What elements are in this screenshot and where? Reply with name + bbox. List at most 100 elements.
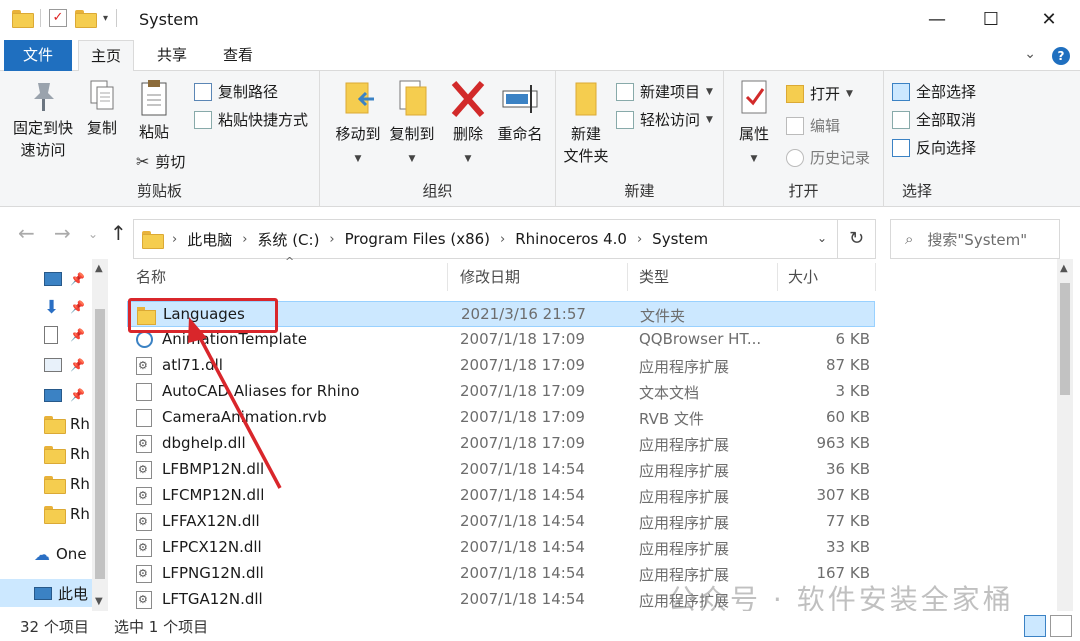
file-list-scrollbar[interactable]: ▲ xyxy=(1057,259,1073,611)
copy-to-button[interactable]: 复制到 ▼ xyxy=(380,79,444,170)
new-item-button[interactable]: 新建项目 ▼ xyxy=(616,81,713,102)
customize-toolbar-chevron-icon[interactable]: ▾ xyxy=(103,13,108,24)
quick-access-this-pc[interactable]: 📌 xyxy=(0,381,92,409)
tab-file[interactable]: 文件 xyxy=(4,40,72,71)
easy-access-button[interactable]: 轻松访问 ▼ xyxy=(616,109,713,130)
chevron-right-icon[interactable]: › xyxy=(500,232,505,247)
nav-this-pc[interactable]: 此电 xyxy=(0,579,92,607)
new-group-label: 新建 xyxy=(624,182,655,200)
column-divider[interactable] xyxy=(447,263,448,291)
large-icons-view-icon[interactable] xyxy=(1050,615,1072,637)
paste-icon xyxy=(141,80,167,116)
table-row[interactable]: dbghelp.dll 2007/1/18 17:09 应用程序扩展 963 KB xyxy=(127,431,875,457)
table-row[interactable]: atl71.dll 2007/1/18 17:09 应用程序扩展 87 KB xyxy=(127,353,875,379)
collapse-ribbon-icon[interactable]: ⌄ xyxy=(1024,46,1036,62)
invert-selection-button[interactable]: 反向选择 xyxy=(892,137,976,158)
chevron-right-icon[interactable]: › xyxy=(637,232,642,247)
help-icon[interactable]: ? xyxy=(1052,47,1070,65)
properties-button[interactable]: 属性 ▼ xyxy=(732,79,776,170)
new-folder-icon[interactable] xyxy=(75,10,97,28)
back-arrow-icon[interactable]: ← xyxy=(18,221,35,245)
nav-onedrive[interactable]: ☁ One xyxy=(0,540,92,568)
chevron-right-icon[interactable]: › xyxy=(172,232,177,247)
properties-check-icon[interactable]: ✓ xyxy=(49,9,67,27)
file-type: 应用程序扩展 xyxy=(639,462,730,480)
search-box[interactable]: ⌕ 搜索"System" xyxy=(890,219,1060,259)
breadcrumb-this-pc[interactable]: 此电脑 xyxy=(187,229,232,250)
quick-access-desktop[interactable]: 📌 xyxy=(0,265,92,293)
file-list-scroll-thumb[interactable] xyxy=(1060,283,1070,395)
select-all-button[interactable]: 全部选择 xyxy=(892,81,976,102)
chevron-right-icon[interactable]: › xyxy=(242,232,247,247)
refresh-icon[interactable]: ↻ xyxy=(838,219,876,259)
close-button[interactable]: ✕ xyxy=(1022,0,1076,40)
scroll-down-icon[interactable]: ▼ xyxy=(95,596,103,607)
column-divider[interactable] xyxy=(777,263,778,291)
quick-access-pictures[interactable]: 📌 xyxy=(0,351,92,379)
forward-arrow-icon[interactable]: → xyxy=(54,221,71,245)
tab-share[interactable]: 共享 xyxy=(144,40,200,71)
select-all-icon xyxy=(892,82,910,101)
table-row[interactable]: LFBMP12N.dll 2007/1/18 14:54 应用程序扩展 36 KB xyxy=(127,457,875,483)
select-none-button[interactable]: 全部取消 xyxy=(892,109,976,130)
edit-button[interactable]: 编辑 xyxy=(786,115,840,136)
table-row[interactable]: AutoCAD Aliases for Rhino 2007/1/18 17:09… xyxy=(127,379,875,405)
tab-home[interactable]: 主页 xyxy=(78,40,134,72)
open-button[interactable]: 打开 ▼ xyxy=(786,83,853,104)
copy-path-button[interactable]: 复制路径 xyxy=(194,81,278,102)
recent-locations-chevron-icon[interactable]: ⌄ xyxy=(88,227,98,241)
nav-folder-item[interactable]: Rh xyxy=(0,410,92,438)
file-icon xyxy=(136,409,152,427)
new-group: 新建 文件夹 新建项目 ▼ 轻松访问 ▼ 新建 xyxy=(556,71,724,207)
select-none-label: 全部取消 xyxy=(916,111,977,129)
tab-view[interactable]: 查看 xyxy=(210,40,266,71)
delete-button[interactable]: 删除 ▼ xyxy=(448,79,488,170)
copy-button[interactable]: 复制 xyxy=(82,79,122,139)
table-row[interactable]: LFCMP12N.dll 2007/1/18 14:54 应用程序扩展 307 KB xyxy=(127,483,875,509)
up-arrow-icon[interactable]: ↑ xyxy=(110,221,127,245)
column-divider[interactable] xyxy=(627,263,628,291)
file-type: 应用程序扩展 xyxy=(639,514,730,532)
quick-access-downloads[interactable]: ⬇ 📌 xyxy=(0,293,92,321)
column-header-size[interactable]: 大小 xyxy=(788,259,818,295)
breadcrumb-system[interactable]: System xyxy=(652,230,708,248)
nav-folder-item[interactable]: Rh xyxy=(0,440,92,468)
address-bar[interactable]: › 此电脑 › 系统 (C:) › Program Files (x86) › … xyxy=(133,219,838,259)
breadcrumb-rhinoceros[interactable]: Rhinoceros 4.0 xyxy=(515,230,627,248)
address-dropdown-icon[interactable]: ⌄ xyxy=(817,231,827,245)
breadcrumb-program-files[interactable]: Program Files (x86) xyxy=(345,230,490,248)
maximize-button[interactable]: ☐ xyxy=(964,0,1018,40)
column-divider[interactable] xyxy=(875,263,876,291)
table-row[interactable]: LFPCX12N.dll 2007/1/18 14:54 应用程序扩展 33 KB xyxy=(127,535,875,561)
pin-quick-access-button[interactable]: 固定到快 速访问 xyxy=(10,79,76,161)
nav-folder-item[interactable]: Rh xyxy=(0,500,92,528)
column-header-date[interactable]: 修改日期 xyxy=(460,259,520,295)
column-header-name[interactable]: 名称 xyxy=(136,259,166,295)
paste-label: 粘贴 xyxy=(138,123,169,141)
nav-pane-scroll-thumb[interactable] xyxy=(95,309,105,579)
move-to-button[interactable]: 移动到 ▼ xyxy=(328,79,388,170)
divider xyxy=(116,9,118,27)
scroll-up-icon[interactable]: ▲ xyxy=(1060,263,1068,274)
file-name: LFCMP12N.dll xyxy=(162,486,265,504)
cut-button[interactable]: ✂ 剪切 xyxy=(136,151,185,172)
copy-to-label: 复制到 xyxy=(389,125,435,143)
pictures-icon xyxy=(44,358,62,372)
nav-pane-scrollbar[interactable]: ▲ ▼ xyxy=(92,259,108,611)
breadcrumb-c-drive[interactable]: 系统 (C:) xyxy=(257,229,319,250)
file-date: 2007/1/18 17:09 xyxy=(460,382,585,400)
history-button[interactable]: 历史记录 xyxy=(786,147,870,168)
column-header-type[interactable]: 类型 xyxy=(639,259,669,295)
paste-shortcut-button[interactable]: 粘贴快捷方式 xyxy=(194,109,308,130)
scroll-up-icon[interactable]: ▲ xyxy=(95,263,103,274)
new-folder-button[interactable]: 新建 文件夹 xyxy=(560,79,612,167)
details-view-icon[interactable] xyxy=(1024,615,1046,637)
table-row[interactable]: CameraAnimation.rvb 2007/1/18 17:09 RVB 文件… xyxy=(127,405,875,431)
nav-folder-item[interactable]: Rh xyxy=(0,470,92,498)
paste-button[interactable]: 粘贴 xyxy=(132,79,176,143)
rename-button[interactable]: 重命名 xyxy=(494,79,546,145)
quick-access-documents[interactable]: 📌 xyxy=(0,321,92,349)
minimize-button[interactable]: — xyxy=(910,0,964,40)
chevron-right-icon[interactable]: › xyxy=(329,232,334,247)
table-row[interactable]: LFFAX12N.dll 2007/1/18 14:54 应用程序扩展 77 KB xyxy=(127,509,875,535)
